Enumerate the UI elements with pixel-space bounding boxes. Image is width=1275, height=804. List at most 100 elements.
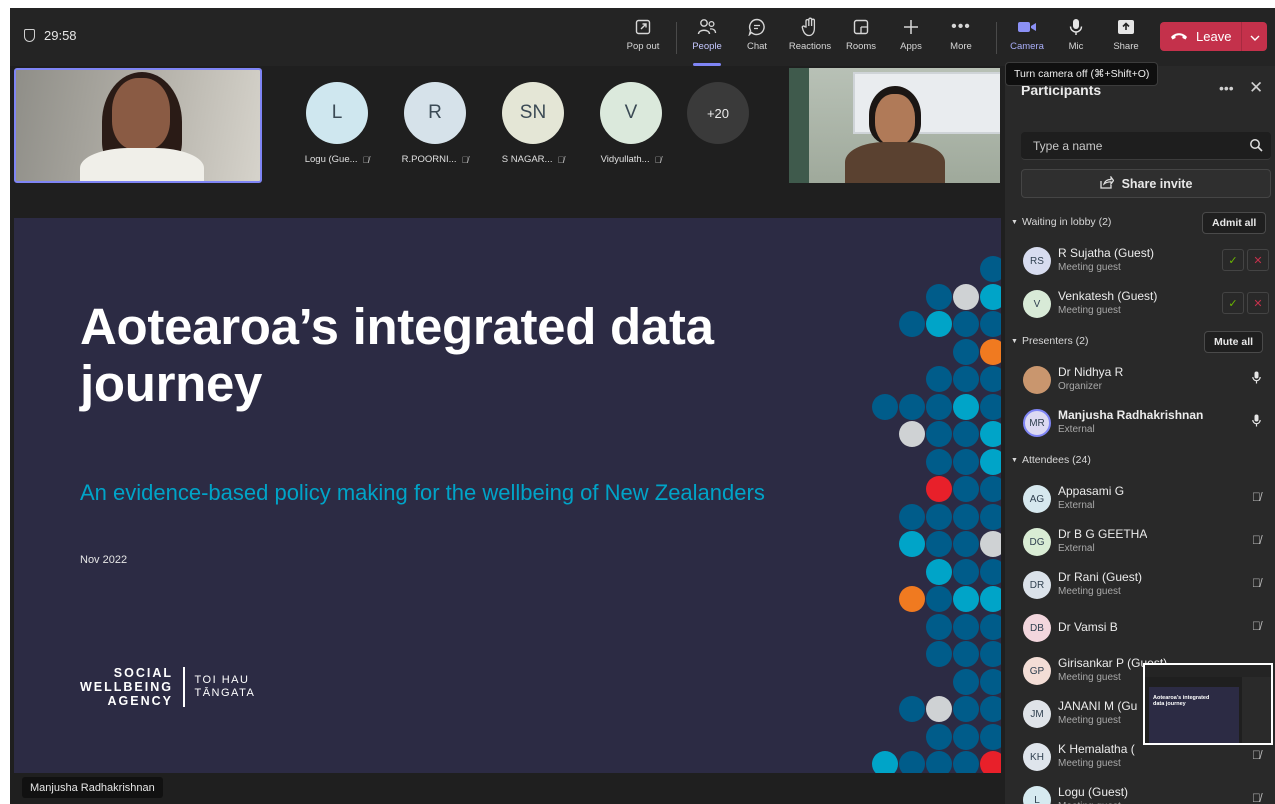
video-person-face: [112, 78, 170, 150]
chat-button[interactable]: Chat: [732, 16, 782, 62]
participant-role: Meeting guest: [1058, 305, 1121, 316]
attendee-participant[interactable]: DR Dr Rani (Guest) Meeting guest 🎙̸: [1021, 565, 1271, 605]
attendee-participant[interactable]: AG Appasami G External 🎙̸: [1021, 479, 1271, 519]
raise-hand-icon: [800, 16, 820, 38]
participant-role: External: [1058, 424, 1095, 435]
mute-all-button[interactable]: Mute all: [1204, 331, 1264, 353]
presenter-participant[interactable]: Dr Nidhya R Organizer: [1021, 360, 1271, 400]
reactions-button[interactable]: Reactions: [785, 16, 835, 62]
participant-name: Dr Rani (Guest): [1058, 570, 1143, 584]
more-label: More: [950, 41, 972, 52]
share-button[interactable]: Share: [1101, 16, 1151, 62]
leave-main[interactable]: Leave: [1160, 22, 1242, 51]
slide-decor-dot: [980, 751, 1001, 773]
slide-decor-dot: [926, 311, 952, 337]
microphone-icon: [1252, 371, 1261, 387]
slide-subtitle: An evidence-based policy making for the …: [80, 480, 765, 505]
microphone-icon: [1066, 16, 1086, 38]
share-label: Share: [1113, 41, 1139, 52]
participant-name: JANANI M (Gu: [1058, 699, 1138, 713]
people-icon: [697, 16, 717, 38]
slide-decor-dot: [980, 696, 1001, 722]
tile-name: S NAGAR... 🎙̸: [502, 154, 564, 165]
social-wellbeing-agency-logo: SOCIAL WELLBEING AGENCY TOI HAU TĀNGATA: [80, 666, 255, 708]
avatar: RS: [1023, 247, 1051, 275]
slide-decor-dot: [926, 421, 952, 447]
logo-line: AGENCY: [107, 694, 173, 708]
admit-all-button[interactable]: Admit all: [1202, 212, 1267, 234]
slide-decor-dot: [926, 751, 952, 773]
video-person-face: [875, 94, 915, 146]
slide-decor-dot: [980, 256, 1001, 282]
apps-label: Apps: [900, 41, 922, 52]
search-input[interactable]: [1021, 132, 1241, 160]
more-participants-button[interactable]: +20: [687, 82, 749, 144]
slide-decor-dot: [926, 503, 952, 530]
lobby-participant[interactable]: RS R Sujatha (Guest) Meeting guest ✓ ✕: [1021, 241, 1271, 281]
admit-check-icon[interactable]: ✓: [1222, 249, 1244, 271]
participant-tile[interactable]: V Vidyullath... 🎙̸: [586, 82, 676, 165]
more-button[interactable]: ••• More: [936, 16, 986, 62]
avatar: DR: [1023, 571, 1051, 599]
leave-button[interactable]: Leave: [1160, 22, 1267, 51]
speaker-video-manjusha[interactable]: [14, 68, 262, 183]
rooms-button[interactable]: Rooms: [836, 16, 886, 62]
popout-button[interactable]: Pop out: [618, 16, 668, 62]
attendee-participant[interactable]: DG Dr B G GEETHA External 🎙̸: [1021, 522, 1271, 562]
attendees-section-header[interactable]: ▼ Attendees (24): [1011, 454, 1091, 466]
caret-down-icon: ▼: [1011, 218, 1018, 226]
mic-off-icon: 🎙̸: [1252, 490, 1261, 504]
preview-toolbar: [1145, 665, 1271, 677]
mic-button[interactable]: Mic: [1051, 16, 1101, 62]
slide-decor-dot: [899, 311, 925, 337]
participant-search[interactable]: [1021, 132, 1271, 160]
avatar: JM: [1023, 700, 1051, 728]
avatar: SN: [502, 82, 564, 144]
leave-options-button[interactable]: [1242, 29, 1267, 44]
attendee-participant[interactable]: L Logu (Guest) Meeting guest 🎙̸: [1021, 780, 1271, 804]
attendee-participant[interactable]: DB Dr Vamsi B 🎙̸: [1021, 608, 1271, 648]
participant-role: Meeting guest: [1058, 672, 1121, 683]
slide-decor-dot: [926, 723, 952, 750]
search-icon[interactable]: [1249, 138, 1263, 157]
tile-name-text: S NAGAR...: [501, 154, 553, 165]
slide-decor-dot: [953, 283, 979, 310]
deny-x-icon[interactable]: ✕: [1247, 249, 1269, 271]
presenter-participant[interactable]: MR Manjusha Radhakrishnan External: [1021, 403, 1271, 443]
share-invite-button[interactable]: Share invite: [1021, 169, 1271, 198]
slide-decor-dot: [953, 311, 979, 337]
slide-decor-dot: [899, 421, 925, 447]
slide-decor-dot: [899, 503, 925, 530]
leave-label: Leave: [1196, 29, 1232, 44]
participant-role: Meeting guest: [1058, 262, 1121, 273]
tile-name: Logu (Gue... 🎙̸: [305, 154, 370, 165]
lobby-participant[interactable]: V Venkatesh (Guest) Meeting guest ✓ ✕: [1021, 284, 1271, 324]
people-button[interactable]: People: [682, 16, 732, 66]
lobby-section-header[interactable]: ▼ Waiting in lobby (2): [1011, 216, 1111, 228]
chevron-down-icon: [1250, 29, 1260, 44]
participant-name: Dr B G GEETHA: [1058, 527, 1148, 541]
participant-name: K Hemalatha (: [1058, 742, 1135, 756]
tile-name: Vidyullath... 🎙̸: [601, 154, 662, 165]
admit-check-icon[interactable]: ✓: [1222, 292, 1244, 314]
slide-decor-dot: [953, 668, 979, 695]
deny-x-icon[interactable]: ✕: [1247, 292, 1269, 314]
close-icon[interactable]: ✕: [1249, 78, 1263, 98]
tile-name: R.POORNI... 🎙̸: [402, 154, 469, 165]
logo-line: TOI HAU: [194, 674, 250, 686]
panel-more-icon[interactable]: •••: [1219, 80, 1234, 96]
apps-button[interactable]: Apps: [886, 16, 936, 62]
camera-button[interactable]: Camera: [1002, 16, 1052, 62]
participant-tile[interactable]: SN S NAGAR... 🎙̸: [488, 82, 578, 165]
lobby-actions: ✓ ✕: [1222, 249, 1269, 271]
participant-tile[interactable]: L Logu (Gue... 🎙̸: [292, 82, 382, 165]
participant-tile[interactable]: R R.POORNI... 🎙̸: [390, 82, 480, 165]
shared-screen-preview[interactable]: Aotearoa’s integrated data journey: [1143, 663, 1273, 745]
presenters-section-header[interactable]: ▼ Presenters (2): [1011, 335, 1088, 347]
participant-video-nidhya[interactable]: [789, 68, 1000, 183]
preview-panel: [1242, 677, 1271, 743]
content-stage: Aotearoa’s integrated data journey An ev…: [10, 200, 1005, 804]
participant-name: Logu (Guest): [1058, 785, 1129, 799]
logo-line: SOCIAL: [113, 666, 173, 680]
popout-label: Pop out: [626, 41, 660, 52]
